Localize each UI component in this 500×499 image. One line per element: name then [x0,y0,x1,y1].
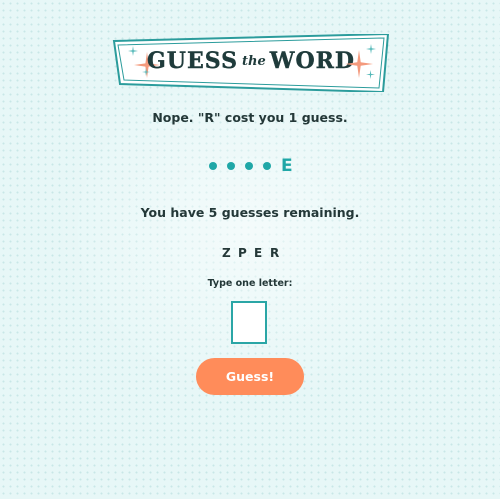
letter-input[interactable] [231,301,267,344]
input-prompt: Type one letter: [207,278,293,289]
title-guess: GUESS [146,48,239,74]
hidden-letter-dot [245,162,253,170]
guessed-letters: ZPER [0,246,500,260]
title-the: the [242,54,266,69]
guessed-letter: R [270,246,280,260]
guessed-letter: E [254,246,263,260]
sparkle-small-icon [366,70,375,79]
guessed-letter: Z [222,246,231,260]
hidden-letter-dot [263,162,271,170]
word-display: E [0,154,500,178]
guessed-letter: P [238,246,247,260]
guess-button[interactable]: Guess! [196,358,304,395]
title-banner: GUESS the WORD [112,34,390,92]
title-word: WORD [269,48,355,74]
revealed-letter: E [281,156,293,176]
hidden-letter-dot [227,162,235,170]
hidden-letter-dot [209,162,217,170]
sparkle-small-icon [366,44,376,54]
feedback-message: Nope. "R" cost you 1 guess. [152,110,348,125]
guesses-remaining: You have 5 guesses remaining. [140,205,360,220]
